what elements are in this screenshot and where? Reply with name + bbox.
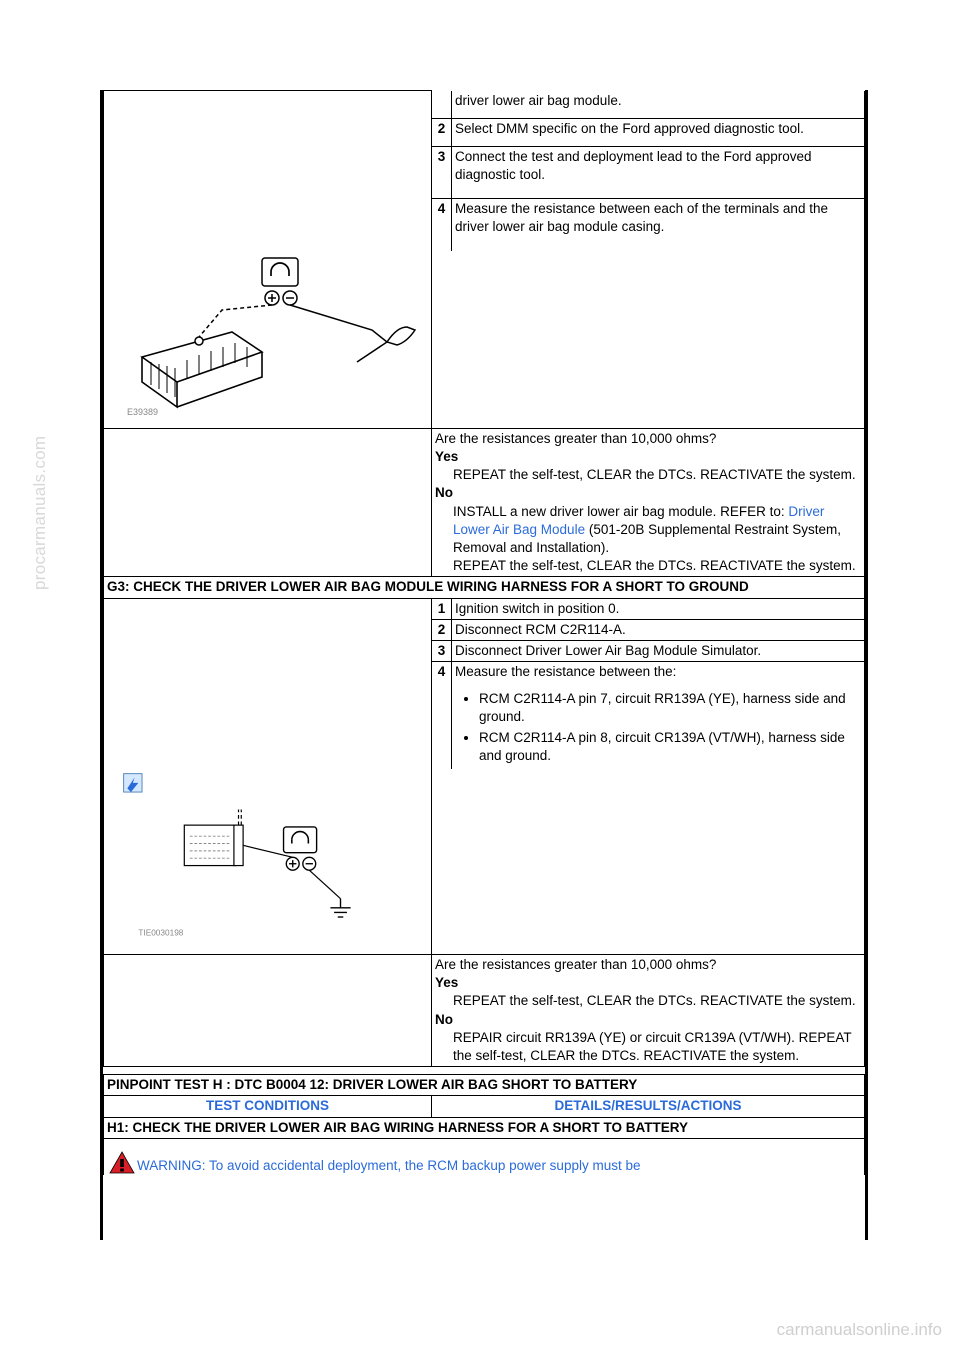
col-test-conditions: TEST CONDITIONS: [206, 1098, 329, 1113]
g2-step2: Select DMM specific on the Ford approved…: [452, 118, 865, 146]
g2-step1-cont: driver lower air bag module.: [452, 91, 865, 119]
step-number: 1: [432, 598, 452, 619]
pinpoint-test-g-table: driver lower air bag module. 2 Select DM…: [103, 90, 865, 1067]
warning-text: WARNING: To avoid accidental deployment,…: [137, 1157, 640, 1175]
svg-text:E39389: E39389: [127, 407, 158, 417]
step-number: 4: [432, 662, 452, 770]
resistance-diagram-g3: TIE0030198: [107, 770, 427, 940]
step-number: 4: [432, 199, 452, 251]
g3-title: G3: CHECK THE DRIVER LOWER AIR BAG MODUL…: [104, 577, 865, 598]
resistance-diagram-g2: E39389: [107, 252, 427, 422]
step-number: 3: [432, 641, 452, 662]
col-details-actions: DETAILS/RESULTS/ACTIONS: [554, 1098, 741, 1113]
h1-title: H1: CHECK THE DRIVER LOWER AIR BAG WIRIN…: [104, 1117, 865, 1138]
g3-step2: Disconnect RCM C2R114-A.: [452, 619, 865, 640]
h-title: PINPOINT TEST H : DTC B0004 12: DRIVER L…: [104, 1075, 865, 1096]
g3-step4: Measure the resistance between the: RCM …: [452, 662, 865, 770]
g3-step1: Ignition switch in position 0.: [452, 598, 865, 619]
warning-icon: [109, 1151, 135, 1175]
svg-text:TIE0030198: TIE0030198: [138, 929, 183, 938]
g2-result: Are the resistances greater than 10,000 …: [432, 428, 865, 577]
step-number: 2: [432, 118, 452, 146]
g3-step3: Disconnect Driver Lower Air Bag Module S…: [452, 641, 865, 662]
g2-step3: Connect the test and deployment lead to …: [452, 146, 865, 198]
g2-step4: Measure the resistance between each of t…: [452, 199, 865, 251]
pinpoint-test-h-table: PINPOINT TEST H : DTC B0004 12: DRIVER L…: [103, 1074, 865, 1175]
step-number: 3: [432, 146, 452, 198]
watermark-footer: carmanualsonline.info: [777, 1320, 942, 1340]
g3-result: Are the resistances greater than 10,000 …: [432, 954, 865, 1066]
step-number: 2: [432, 619, 452, 640]
